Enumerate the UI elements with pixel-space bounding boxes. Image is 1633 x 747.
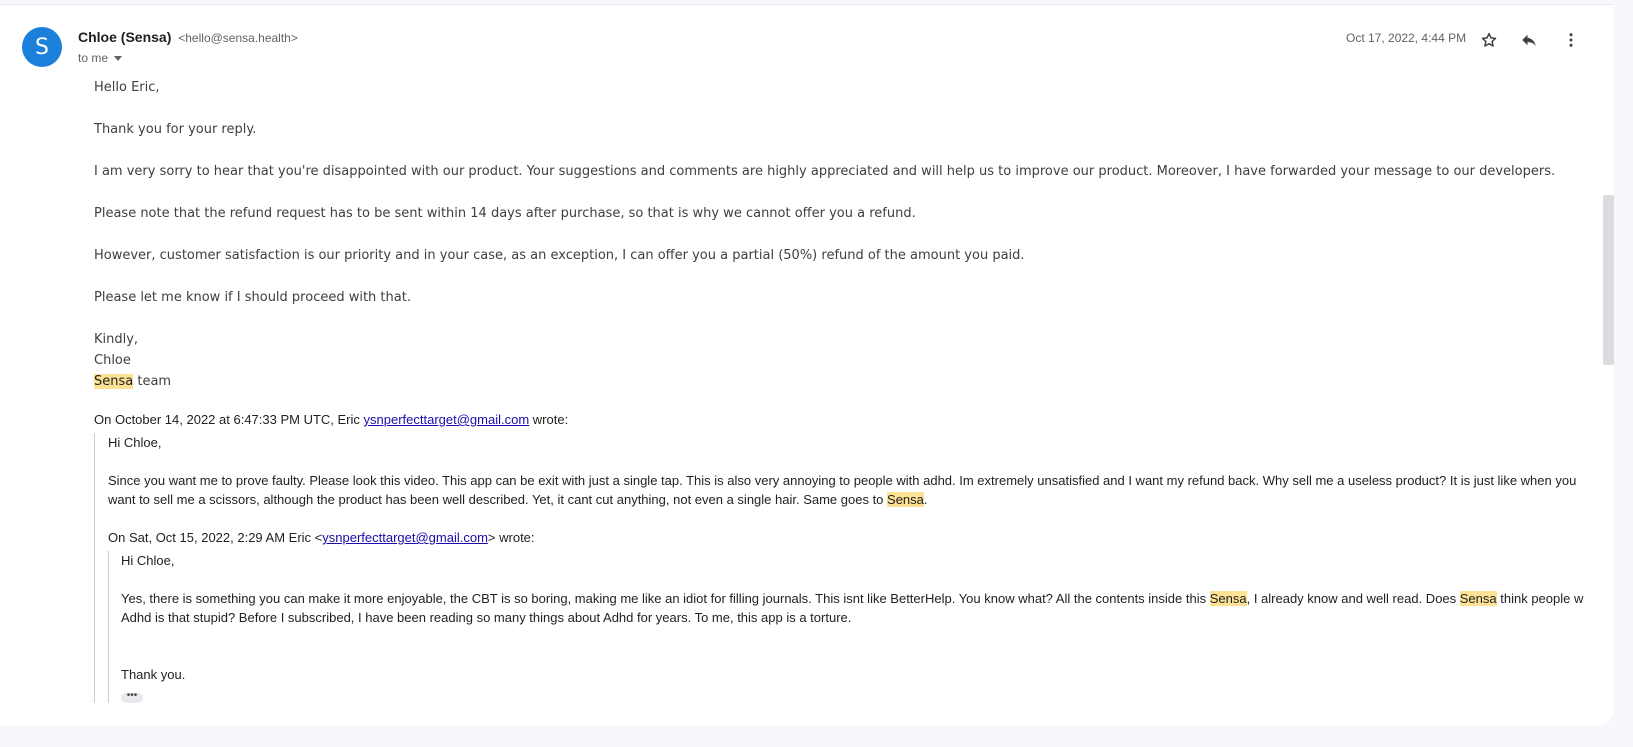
email-link[interactable]: ysnperfecttarget@gmail.com bbox=[322, 530, 488, 545]
quote-text: Yes, there is something you can make it … bbox=[121, 591, 1210, 606]
greeting: Hello Eric, bbox=[94, 80, 160, 95]
quote-text: want to sell me a scissors, although the… bbox=[108, 492, 888, 507]
scrollbar-thumb[interactable] bbox=[1603, 195, 1614, 365]
quote-line: Yes, there is something you can make it … bbox=[121, 589, 1614, 608]
quote-greeting: Hi Chloe, bbox=[108, 435, 162, 450]
attribution-text: On Sat, Oct 15, 2022, 2:29 AM Eric < bbox=[108, 530, 323, 545]
show-trimmed-content-button[interactable]: ••• bbox=[121, 691, 143, 703]
recipients-label: to me bbox=[78, 51, 109, 65]
quote-thanks: Thank you. bbox=[121, 667, 186, 682]
attribution-text: > wrote: bbox=[487, 530, 535, 545]
body-paragraph: Please note that the refund request has … bbox=[94, 206, 916, 221]
sender-name[interactable]: Chloe (Sensa) bbox=[78, 29, 171, 45]
body-paragraph: Please let me know if I should proceed w… bbox=[94, 290, 411, 305]
search-highlight: Sensa bbox=[94, 374, 134, 389]
search-highlight: Sensa bbox=[1459, 591, 1497, 606]
search-highlight: Sensa bbox=[887, 492, 924, 507]
reply-button[interactable] bbox=[1516, 27, 1542, 53]
quote-line: want to sell me a scissors, although the… bbox=[108, 490, 1614, 509]
sender-line: Chloe (Sensa) <hello@sensa.health> bbox=[78, 29, 298, 45]
star-icon bbox=[1481, 32, 1497, 47]
quote-text: . bbox=[923, 492, 928, 507]
message-date: Oct 17, 2022, 4:44 PM bbox=[1346, 31, 1467, 45]
closing: Kindly, bbox=[94, 332, 139, 347]
recipients-toggle[interactable]: to me bbox=[78, 51, 123, 65]
body-paragraph: Thank you for your reply. bbox=[94, 122, 257, 137]
message-body: Hello Eric, Thank you for your reply. I … bbox=[94, 77, 1594, 392]
quote-attribution: On October 14, 2022 at 6:47:33 PM UTC, E… bbox=[94, 410, 1614, 429]
body-paragraph: However, customer satisfaction is our pr… bbox=[94, 248, 1025, 263]
quote-attribution: On Sat, Oct 15, 2022, 2:29 AM Eric <ysnp… bbox=[108, 528, 1614, 547]
more-vert-icon bbox=[1569, 33, 1573, 47]
signature-team-text: team bbox=[133, 374, 172, 389]
quote-line: Since you want me to prove faulty. Pleas… bbox=[108, 473, 1577, 488]
sender-avatar[interactable]: S bbox=[22, 27, 62, 67]
reply-icon bbox=[1522, 34, 1536, 46]
attribution-text: wrote: bbox=[529, 412, 569, 427]
signature-team: Sensa team bbox=[94, 371, 1594, 392]
signer-name: Chloe bbox=[94, 353, 131, 368]
star-button[interactable] bbox=[1476, 27, 1502, 53]
attribution-text: On October 14, 2022 at 6:47:33 PM UTC, E… bbox=[94, 412, 364, 427]
blockquote-level-2: Hi Chloe, Yes, there is something you ca… bbox=[108, 551, 1614, 703]
quote-text: , I already know and well read. Does bbox=[1246, 591, 1460, 606]
quoted-thread: On October 14, 2022 at 6:47:33 PM UTC, E… bbox=[94, 410, 1614, 703]
email-message-card: S Chloe (Sensa) <hello@sensa.health> to … bbox=[0, 4, 1614, 725]
quote-greeting: Hi Chloe, bbox=[121, 553, 175, 568]
email-link[interactable]: ysnperfecttarget@gmail.com bbox=[364, 412, 530, 427]
quote-text: think people w bbox=[1496, 591, 1584, 606]
quote-line: Adhd is that stupid? Before I subscribed… bbox=[121, 610, 852, 625]
search-highlight: Sensa bbox=[1209, 591, 1247, 606]
blockquote-level-1: Hi Chloe, Since you want me to prove fau… bbox=[94, 433, 1614, 703]
body-paragraph: I am very sorry to hear that you're disa… bbox=[94, 164, 1556, 179]
sender-email: <hello@sensa.health> bbox=[178, 31, 298, 45]
chevron-down-icon[interactable] bbox=[114, 55, 123, 61]
more-options-button[interactable] bbox=[1558, 27, 1584, 53]
